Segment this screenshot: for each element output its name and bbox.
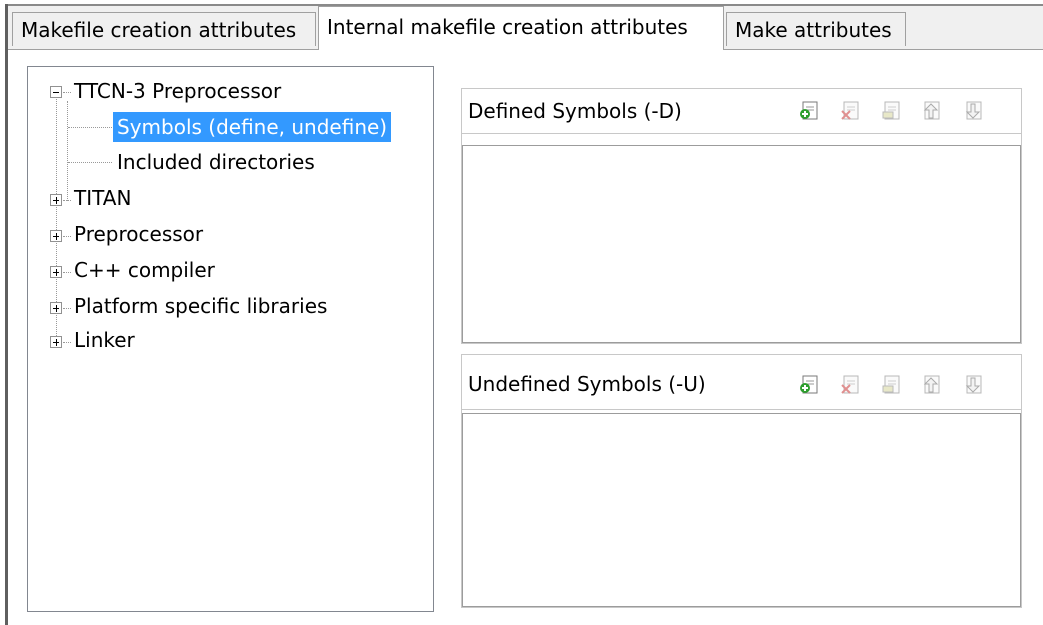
defined-symbols-title: Defined Symbols (-D)	[468, 99, 682, 123]
tree-connector	[63, 92, 71, 93]
move-down-icon[interactable]	[962, 100, 984, 122]
expand-icon[interactable]	[50, 336, 62, 348]
tree-connector	[63, 272, 71, 273]
defined-symbols-group: Defined Symbols (-D)	[461, 88, 1022, 344]
tree-connector	[68, 127, 112, 128]
tree-guide-line	[67, 101, 68, 201]
tree-node-ttcn3-preprocessor[interactable]: TTCN-3 Preprocessor	[74, 76, 281, 106]
tree-node-platform-specific-libraries[interactable]: Platform specific libraries	[74, 291, 327, 321]
tree-node-cpp-compiler[interactable]: C++ compiler	[74, 255, 215, 285]
move-down-icon[interactable]	[962, 374, 984, 396]
settings-tree[interactable]: TTCN-3 Preprocessor Symbols (define, und…	[27, 66, 434, 612]
tree-connector	[68, 162, 112, 163]
undefined-symbols-group: Undefined Symbols (-U)	[461, 354, 1022, 608]
expand-icon[interactable]	[50, 302, 62, 314]
edit-icon[interactable]	[880, 100, 902, 122]
tree-connector	[63, 200, 71, 201]
edit-icon[interactable]	[880, 374, 902, 396]
tree-connector	[63, 308, 71, 309]
undefined-symbols-title: Undefined Symbols (-U)	[468, 372, 706, 396]
tab-internal-makefile-creation-attributes[interactable]: Internal makefile creation attributes	[318, 6, 724, 50]
tree-connector	[63, 236, 71, 237]
tree-node-included-directories[interactable]: Included directories	[117, 147, 315, 177]
delete-icon[interactable]	[839, 100, 861, 122]
defined-symbols-list[interactable]	[462, 145, 1021, 343]
move-up-icon[interactable]	[920, 374, 942, 396]
tree-node-preprocessor[interactable]: Preprocessor	[74, 219, 203, 249]
tree-node-symbols[interactable]: Symbols (define, undefine)	[113, 112, 392, 142]
defined-symbols-header: Defined Symbols (-D)	[462, 89, 1021, 134]
expand-icon[interactable]	[50, 194, 62, 206]
expand-icon[interactable]	[50, 230, 62, 242]
window-frame-left	[5, 4, 8, 625]
expand-icon[interactable]	[50, 266, 62, 278]
delete-icon[interactable]	[839, 374, 861, 396]
tree-node-titan[interactable]: TITAN	[74, 183, 131, 213]
move-up-icon[interactable]	[920, 100, 942, 122]
tree-node-linker[interactable]: Linker	[74, 325, 135, 355]
tab-makefile-creation-attributes[interactable]: Makefile creation attributes	[12, 12, 316, 46]
add-icon[interactable]	[798, 374, 820, 396]
tab-make-attributes[interactable]: Make attributes	[726, 12, 906, 46]
undefined-symbols-header: Undefined Symbols (-U)	[462, 355, 1021, 410]
tree-connector	[63, 342, 71, 343]
undefined-symbols-list[interactable]	[462, 413, 1021, 607]
collapse-icon[interactable]	[50, 86, 62, 98]
add-icon[interactable]	[798, 100, 820, 122]
